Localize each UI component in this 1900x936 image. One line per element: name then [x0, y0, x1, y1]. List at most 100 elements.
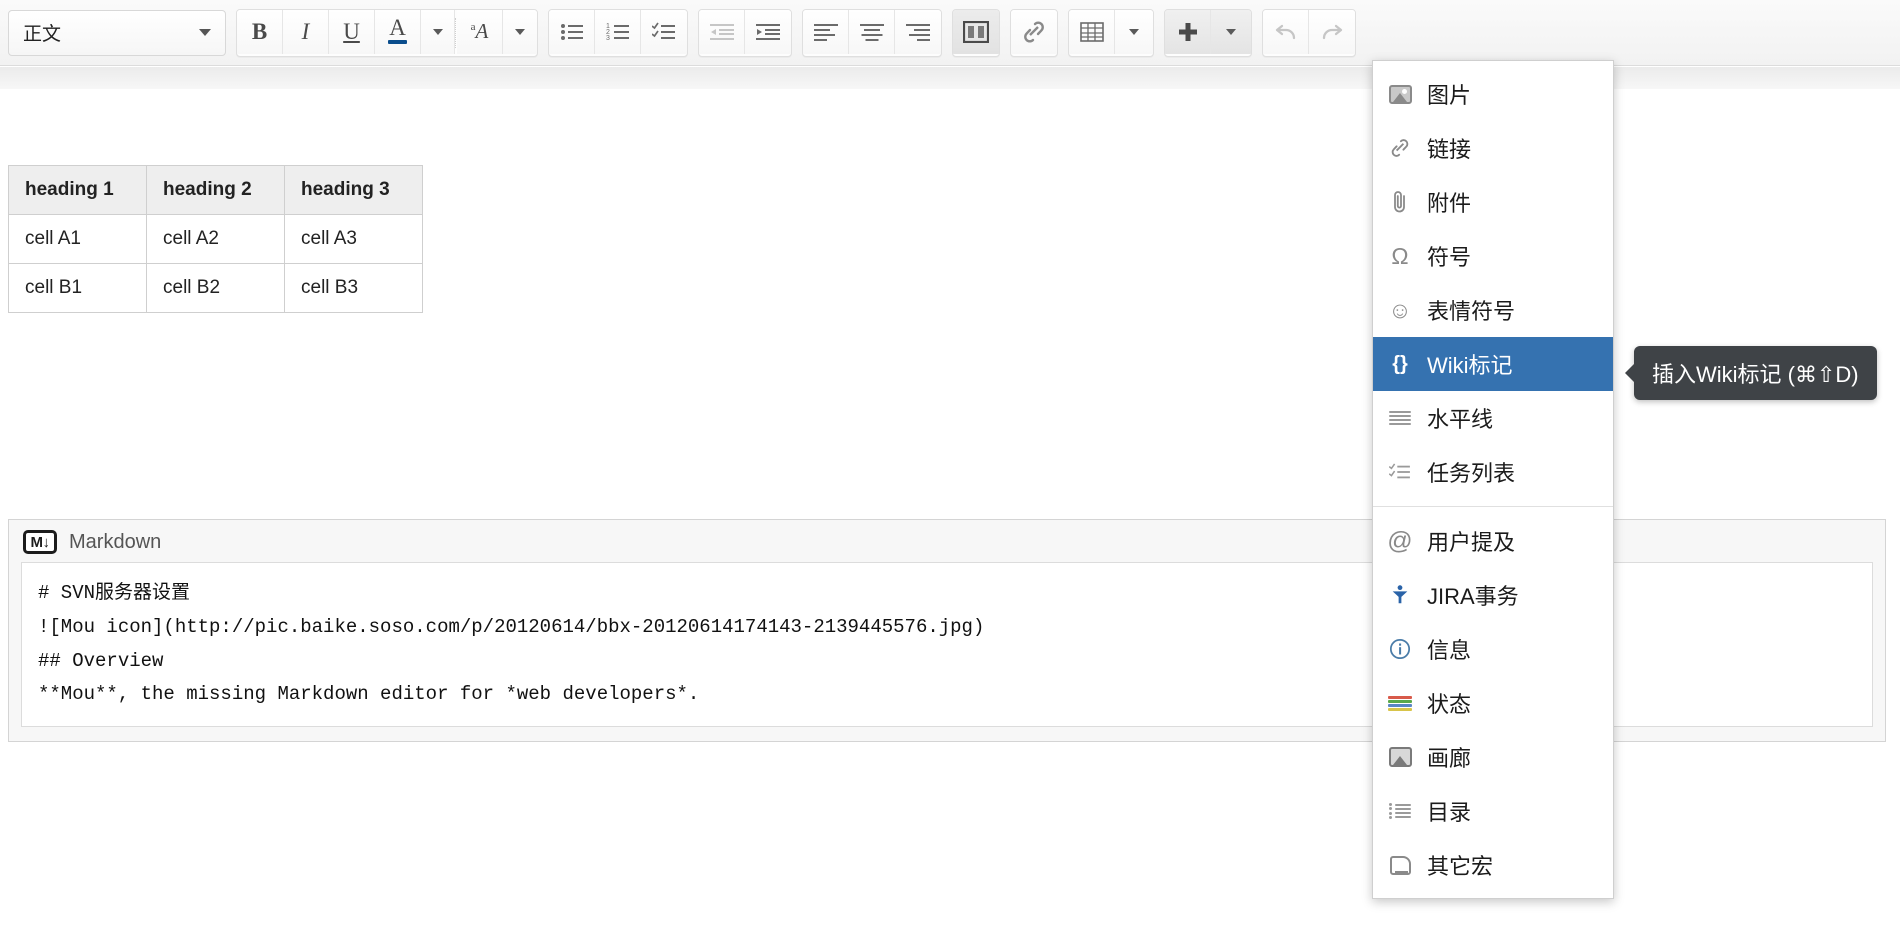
align-left-button[interactable]	[803, 9, 849, 54]
table-row[interactable]: cell B1 cell B2 cell B3	[8, 263, 423, 313]
more-format-button[interactable]: aA	[457, 9, 503, 54]
chevron-down-icon	[199, 29, 211, 36]
numbered-list-icon: 1 2 3	[606, 23, 629, 42]
markdown-macro-title: Markdown	[69, 530, 162, 553]
menu-item-label: 符号	[1427, 245, 1472, 270]
menu-item-user-mention[interactable]: @ 用户提及	[1373, 514, 1613, 568]
table-dropdown[interactable]	[1115, 9, 1153, 54]
braces-icon: {}	[1392, 352, 1408, 375]
toolbar-group-indent	[698, 8, 792, 57]
insert-more-button[interactable]	[1165, 9, 1211, 54]
chevron-down-icon	[1226, 28, 1236, 35]
redo-icon	[1322, 24, 1343, 39]
menu-item-link[interactable]: 链接	[1373, 121, 1613, 175]
menu-item-emoticon[interactable]: ☺ 表情符号	[1373, 283, 1613, 337]
menu-item-other-macros[interactable]: 其它宏	[1373, 838, 1613, 892]
menu-item-label: 水平线	[1427, 407, 1494, 432]
insert-link-button[interactable]	[1011, 9, 1057, 54]
macro-icon	[1387, 852, 1413, 878]
undo-icon	[1275, 24, 1295, 39]
table-header-cell: heading 1	[8, 165, 147, 215]
align-right-button[interactable]	[895, 9, 941, 54]
table-header-cell: heading 3	[284, 165, 423, 215]
toolbar-group-layout	[952, 8, 1000, 57]
toolbar-group-table	[1068, 8, 1154, 57]
redo-button[interactable]	[1309, 9, 1355, 54]
horizontal-rule-icon	[1387, 405, 1413, 431]
paragraph-style-select[interactable]: 正文	[8, 9, 226, 56]
table-cell[interactable]: cell B2	[146, 263, 285, 313]
table-row[interactable]: cell A1 cell A2 cell A3	[8, 214, 423, 264]
toolbar-group-history	[1262, 8, 1356, 57]
menu-item-label: JIRA事务	[1427, 584, 1519, 609]
columns-icon	[963, 20, 989, 43]
omega-icon: Ω	[1391, 242, 1409, 269]
menu-item-table-of-contents[interactable]: 目录	[1373, 784, 1613, 838]
toolbar-group-align	[802, 8, 942, 57]
text-color-icon: A	[388, 16, 407, 44]
outdent-button[interactable]	[699, 9, 745, 54]
menu-item-image[interactable]: 图片	[1373, 67, 1613, 121]
plus-icon	[1178, 22, 1197, 41]
table-cell[interactable]: cell A3	[284, 214, 423, 264]
task-list-icon	[652, 22, 675, 39]
indent-button[interactable]	[745, 9, 791, 54]
italic-icon: I	[301, 18, 310, 44]
numbered-list-button[interactable]: 1 2 3	[595, 9, 641, 54]
text-color-dropdown[interactable]	[421, 9, 455, 54]
table-cell[interactable]: cell B1	[8, 263, 147, 313]
chevron-down-icon	[515, 28, 525, 35]
menu-item-info[interactable]: 信息	[1373, 622, 1613, 676]
table-cell[interactable]: cell A2	[146, 214, 285, 264]
insert-table-button[interactable]	[1069, 9, 1115, 54]
menu-item-label: 其它宏	[1427, 854, 1494, 879]
align-left-icon	[813, 23, 838, 41]
gallery-icon	[1387, 744, 1413, 770]
editor-canvas[interactable]: heading 1 heading 2 heading 3 cell A1 ce…	[0, 67, 1900, 936]
info-icon	[1387, 636, 1413, 662]
indent-icon	[756, 23, 780, 40]
text-color-button[interactable]: A	[375, 9, 421, 54]
insert-dropdown-menu[interactable]: 图片 链接 附件 Ω 符号 ☺ 表情符号 {} Wiki标记 水平线 任务列表	[1372, 60, 1614, 899]
underline-button[interactable]: U	[329, 9, 375, 54]
menu-item-status[interactable]: 状态	[1373, 676, 1613, 730]
more-format-dropdown[interactable]	[503, 9, 537, 54]
toolbar-group-link	[1010, 8, 1058, 57]
table-header-cell: heading 2	[146, 165, 285, 215]
toolbar-group-text-format: B I U A aA	[236, 8, 538, 57]
link-icon	[1024, 20, 1044, 43]
menu-item-gallery[interactable]: 画廊	[1373, 730, 1613, 784]
menu-item-task-list[interactable]: 任务列表	[1373, 445, 1613, 499]
menu-item-label: 用户提及	[1427, 530, 1516, 555]
bold-button[interactable]: B	[237, 9, 283, 54]
paperclip-icon	[1387, 189, 1413, 215]
toc-icon	[1387, 798, 1413, 824]
menu-item-symbol[interactable]: Ω 符号	[1373, 229, 1613, 283]
menu-item-label: 目录	[1427, 800, 1472, 825]
table-header-row: heading 1 heading 2 heading 3	[8, 165, 423, 215]
bullet-list-button[interactable]	[549, 9, 595, 54]
svg-text:3: 3	[606, 35, 610, 42]
menu-item-wiki-markup[interactable]: {} Wiki标记	[1373, 337, 1613, 391]
menu-item-horizontal-rule[interactable]: 水平线	[1373, 391, 1613, 445]
link-icon	[1387, 135, 1413, 161]
content-table[interactable]: heading 1 heading 2 heading 3 cell A1 ce…	[8, 165, 423, 313]
outdent-icon	[709, 23, 734, 40]
at-mention-icon: @	[1387, 526, 1413, 555]
table-cell[interactable]: cell B3	[284, 263, 423, 313]
page-layout-button[interactable]	[953, 9, 999, 54]
smiley-icon: ☺	[1388, 296, 1412, 323]
jira-icon	[1387, 582, 1413, 608]
task-list-button[interactable]	[641, 9, 687, 54]
menu-item-attachment[interactable]: 附件	[1373, 175, 1613, 229]
align-center-button[interactable]	[849, 9, 895, 54]
insert-more-dropdown[interactable]	[1211, 9, 1251, 54]
menu-item-jira-issue[interactable]: JIRA事务	[1373, 568, 1613, 622]
markdown-icon: M↓	[23, 530, 57, 554]
menu-item-label: 表情符号	[1427, 299, 1516, 324]
menu-item-label: 信息	[1427, 638, 1472, 663]
menu-item-label: 附件	[1427, 191, 1472, 216]
italic-button[interactable]: I	[283, 9, 329, 54]
table-cell[interactable]: cell A1	[8, 214, 147, 264]
undo-button[interactable]	[1263, 9, 1309, 54]
